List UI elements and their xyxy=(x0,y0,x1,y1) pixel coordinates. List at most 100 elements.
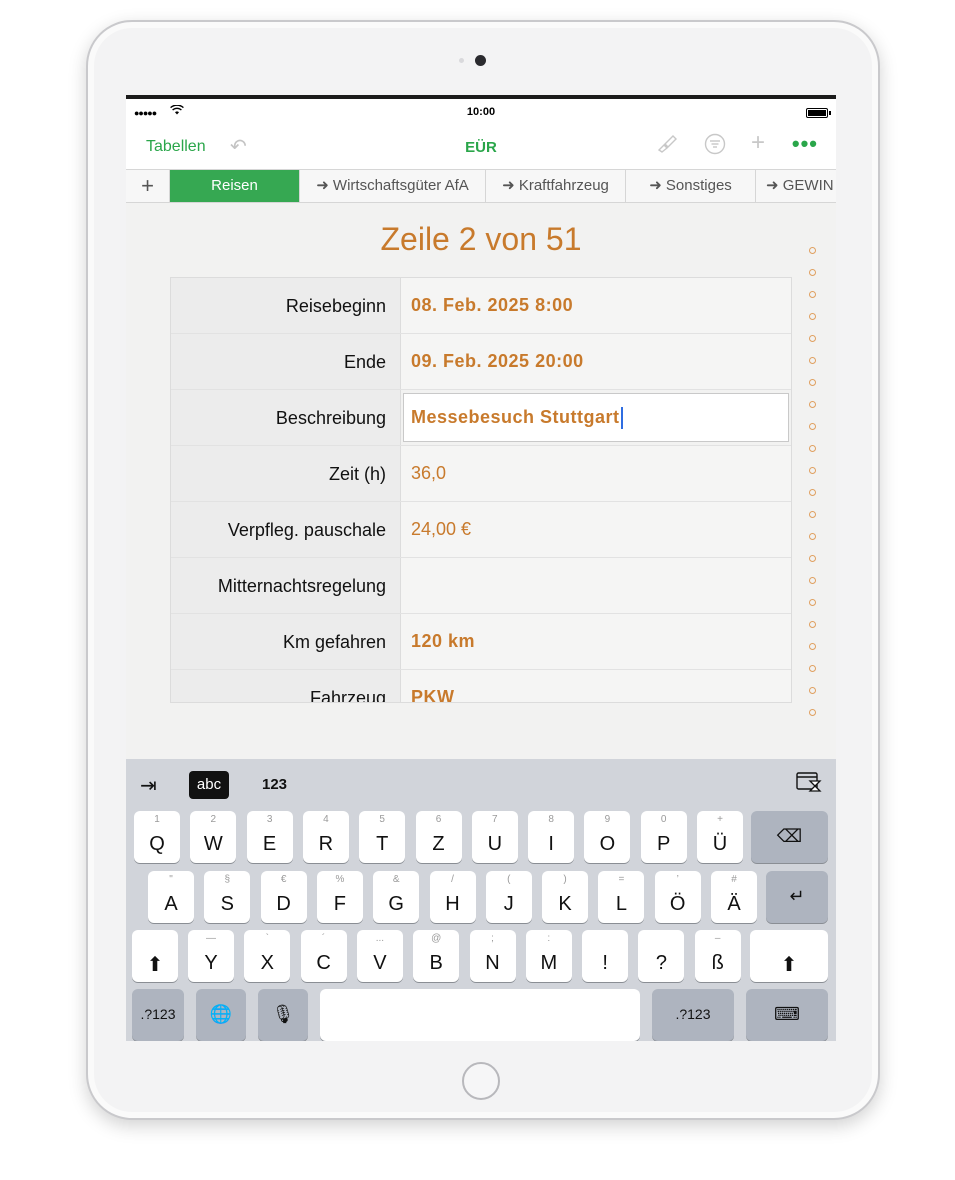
key-secondary-char: 0 xyxy=(660,814,667,825)
filter-icon[interactable] xyxy=(704,133,726,161)
field-value-mitternachtsregelung[interactable] xyxy=(401,558,791,613)
key-label: ↵ xyxy=(789,886,805,906)
numeric-mode-button[interactable]: 123 xyxy=(262,776,287,793)
key-e[interactable]: 3E xyxy=(246,811,293,863)
key-ä[interactable]: # Ä xyxy=(711,871,757,923)
key-label: O xyxy=(599,833,616,855)
key-label: J xyxy=(503,893,514,915)
key-secondary-char: 3 xyxy=(266,814,273,825)
key-v[interactable]: ... V xyxy=(356,930,403,982)
hide-keyboard-icon[interactable]: ⌨ xyxy=(746,989,828,1041)
key-z[interactable]: 6Z xyxy=(415,811,462,863)
field-value-verpflegung[interactable]: 24,00 € xyxy=(401,502,791,557)
key-exclamation[interactable]: ! xyxy=(582,930,629,982)
add-icon[interactable]: + xyxy=(751,129,765,157)
field-value-ende[interactable]: 09. Feb. 2025 20:00 xyxy=(401,334,791,389)
key-secondary-char: ’ xyxy=(676,874,679,885)
add-sheet-button[interactable]: + xyxy=(126,170,170,202)
date-time-keyboard-icon[interactable] xyxy=(796,771,822,799)
abc-mode-button[interactable]: abc xyxy=(189,771,229,799)
key-label: ? xyxy=(655,952,667,974)
key-ö[interactable]: ’ Ö xyxy=(654,871,701,923)
key-label: C xyxy=(316,952,331,974)
key-l[interactable]: = L xyxy=(598,871,645,923)
field-value-km[interactable]: 120 km xyxy=(401,614,791,669)
key-o[interactable]: 9O xyxy=(584,811,631,863)
key-t[interactable]: 5T xyxy=(359,811,406,863)
key-question[interactable]: ? xyxy=(638,930,685,982)
key-h[interactable]: / H xyxy=(429,871,476,923)
key-label: R xyxy=(318,833,334,855)
key-x[interactable]: ` X xyxy=(244,930,291,982)
key-a[interactable]: " A xyxy=(148,871,194,923)
shift-left-key[interactable]: ⬆ xyxy=(132,930,178,982)
key-label: Z xyxy=(432,833,445,855)
field-value-beschreibung[interactable]: Messebesuch Stuttgart xyxy=(403,393,789,442)
return-key[interactable]: ↵ xyxy=(766,871,828,923)
key-secondary-char: ; xyxy=(491,933,494,944)
tab-key-icon[interactable]: ⇥ xyxy=(140,773,157,798)
key-secondary-char: ... xyxy=(375,933,385,944)
numbers-left-key[interactable]: .?123 xyxy=(132,989,184,1041)
microphone-icon[interactable]: 🎙 xyxy=(258,989,308,1041)
tab-wirtschaftsgueter[interactable]: ➜ Wirtschaftsgüter AfA xyxy=(300,170,486,202)
field-value-fahrzeug[interactable]: PKW xyxy=(401,670,791,702)
tab-sonstiges[interactable]: ➜ Sonstiges xyxy=(626,170,756,202)
key-label: L xyxy=(615,893,627,915)
key-f[interactable]: % F xyxy=(316,871,363,923)
key-label: V xyxy=(373,952,387,974)
key-g[interactable]: & G xyxy=(373,871,420,923)
form-row: Ende 09. Feb. 2025 20:00 xyxy=(171,334,791,390)
shift-right-key[interactable]: ⬆ xyxy=(750,930,828,982)
status-time: 10:00 xyxy=(466,106,496,118)
key-secondary-char: 6 xyxy=(435,814,442,825)
key-label: ⬆ xyxy=(146,954,164,976)
home-button[interactable] xyxy=(462,1062,500,1100)
key-secondary-char: 9 xyxy=(604,814,611,825)
tab-gewinn[interactable]: ➜ GEWIN xyxy=(756,170,836,202)
key-q[interactable]: 1Q xyxy=(134,811,180,863)
key-c[interactable]: ´ C xyxy=(300,930,347,982)
row-scroll-indicator[interactable] xyxy=(809,247,817,731)
key-ü[interactable]: + Ü xyxy=(697,811,743,863)
key-i[interactable]: 8I xyxy=(528,811,575,863)
form-row: Km gefahren 120 km xyxy=(171,614,791,670)
key-label: M xyxy=(540,952,558,974)
key-secondary-char: § xyxy=(224,874,231,885)
key-j[interactable]: (J xyxy=(485,871,532,923)
key-d[interactable]: € D xyxy=(260,871,307,923)
backspace-key[interactable]: ⌫ xyxy=(751,811,828,863)
key-secondary-char: & xyxy=(392,874,400,885)
tab-reisen[interactable]: Reisen xyxy=(170,170,300,202)
key-ß[interactable]: – ß xyxy=(694,930,741,982)
space-key[interactable] xyxy=(320,989,640,1041)
field-value-reisebeginn[interactable]: 08. Feb. 2025 8:00 xyxy=(401,278,791,333)
key-s[interactable]: § S xyxy=(204,871,251,923)
field-label: Reisebeginn xyxy=(171,278,401,333)
key-label: 🌐 xyxy=(209,1004,233,1024)
key-u[interactable]: 7U xyxy=(471,811,518,863)
more-icon[interactable]: ••• xyxy=(792,131,818,157)
numbers-right-key[interactable]: .?123 xyxy=(652,989,734,1041)
key-m[interactable]: :M xyxy=(525,930,572,982)
row-counter-title: Zeile 2 von 51 xyxy=(380,221,582,257)
key-label: E xyxy=(262,833,277,855)
key-r[interactable]: 4R xyxy=(302,811,349,863)
globe-icon[interactable]: 🌐 xyxy=(196,989,246,1041)
key-label: F xyxy=(333,893,346,915)
key-label: ! xyxy=(602,952,608,974)
key-p[interactable]: 0P xyxy=(640,811,687,863)
key-secondary-char: = xyxy=(618,874,625,885)
field-value-zeit[interactable]: 36,0 xyxy=(401,446,791,501)
tab-kraftfahrzeug[interactable]: ➜ Kraftfahrzeug xyxy=(486,170,626,202)
key-y[interactable]: — Y xyxy=(188,930,234,982)
key-k[interactable]: ) K xyxy=(542,871,589,923)
key-b[interactable]: @ B xyxy=(413,930,460,982)
front-camera xyxy=(475,55,486,66)
paintbrush-icon[interactable] xyxy=(656,133,678,159)
key-secondary-char: € xyxy=(280,874,287,885)
key-w[interactable]: 2W xyxy=(190,811,237,863)
key-label: Y xyxy=(204,952,218,974)
key-secondary-char: % xyxy=(335,874,345,885)
key-n[interactable]: ; N xyxy=(469,930,516,982)
